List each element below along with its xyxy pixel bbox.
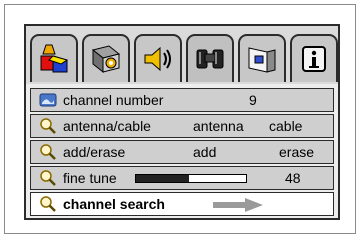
fine-tune-level bbox=[136, 175, 189, 182]
tab-audio[interactable] bbox=[134, 34, 182, 82]
magnifier-icon bbox=[40, 170, 56, 186]
option-antenna[interactable]: antenna bbox=[193, 118, 244, 134]
option-erase[interactable]: erase bbox=[279, 144, 314, 160]
option-add[interactable]: add bbox=[193, 144, 216, 160]
channel-number-value: 9 bbox=[249, 92, 257, 108]
binoculars-icon bbox=[196, 49, 224, 69]
settings-icon bbox=[91, 45, 121, 74]
tab-display[interactable] bbox=[238, 34, 286, 82]
info-icon bbox=[302, 46, 326, 72]
channel-settings-menu: channel number 9 antenna/cable antenna c… bbox=[24, 24, 340, 220]
tab-info[interactable] bbox=[290, 34, 338, 82]
magnifier-icon bbox=[40, 196, 56, 212]
row-label: fine tune bbox=[63, 170, 117, 186]
window-icon bbox=[248, 47, 276, 73]
row-fine-tune[interactable]: fine tune 48 bbox=[30, 166, 334, 190]
speaker-icon bbox=[144, 46, 171, 72]
row-channel-search[interactable]: channel search bbox=[30, 192, 334, 216]
menu-rows: channel number 9 antenna/cable antenna c… bbox=[26, 84, 338, 218]
row-label: channel number bbox=[63, 92, 164, 108]
tab-setup[interactable] bbox=[82, 34, 130, 82]
tab-channel[interactable] bbox=[186, 34, 234, 82]
row-label: channel search bbox=[63, 196, 165, 212]
row-channel-number[interactable]: channel number 9 bbox=[30, 88, 334, 112]
row-antenna-cable[interactable]: antenna/cable antenna cable bbox=[30, 114, 334, 138]
tab-picture[interactable] bbox=[30, 34, 78, 82]
row-add-erase[interactable]: add/erase add erase bbox=[30, 140, 334, 164]
magnifier-icon bbox=[40, 144, 56, 160]
menu-tab-bar bbox=[26, 26, 338, 88]
row-label: antenna/cable bbox=[63, 118, 151, 134]
row-label: add/erase bbox=[63, 144, 126, 160]
fine-tune-slider[interactable] bbox=[135, 174, 247, 183]
fine-tune-value: 48 bbox=[285, 170, 301, 186]
right-arrow-icon[interactable] bbox=[213, 198, 263, 212]
option-cable[interactable]: cable bbox=[269, 118, 302, 134]
magnifier-icon bbox=[40, 118, 56, 134]
shapes-icon bbox=[40, 44, 69, 73]
tv-icon bbox=[39, 93, 57, 107]
